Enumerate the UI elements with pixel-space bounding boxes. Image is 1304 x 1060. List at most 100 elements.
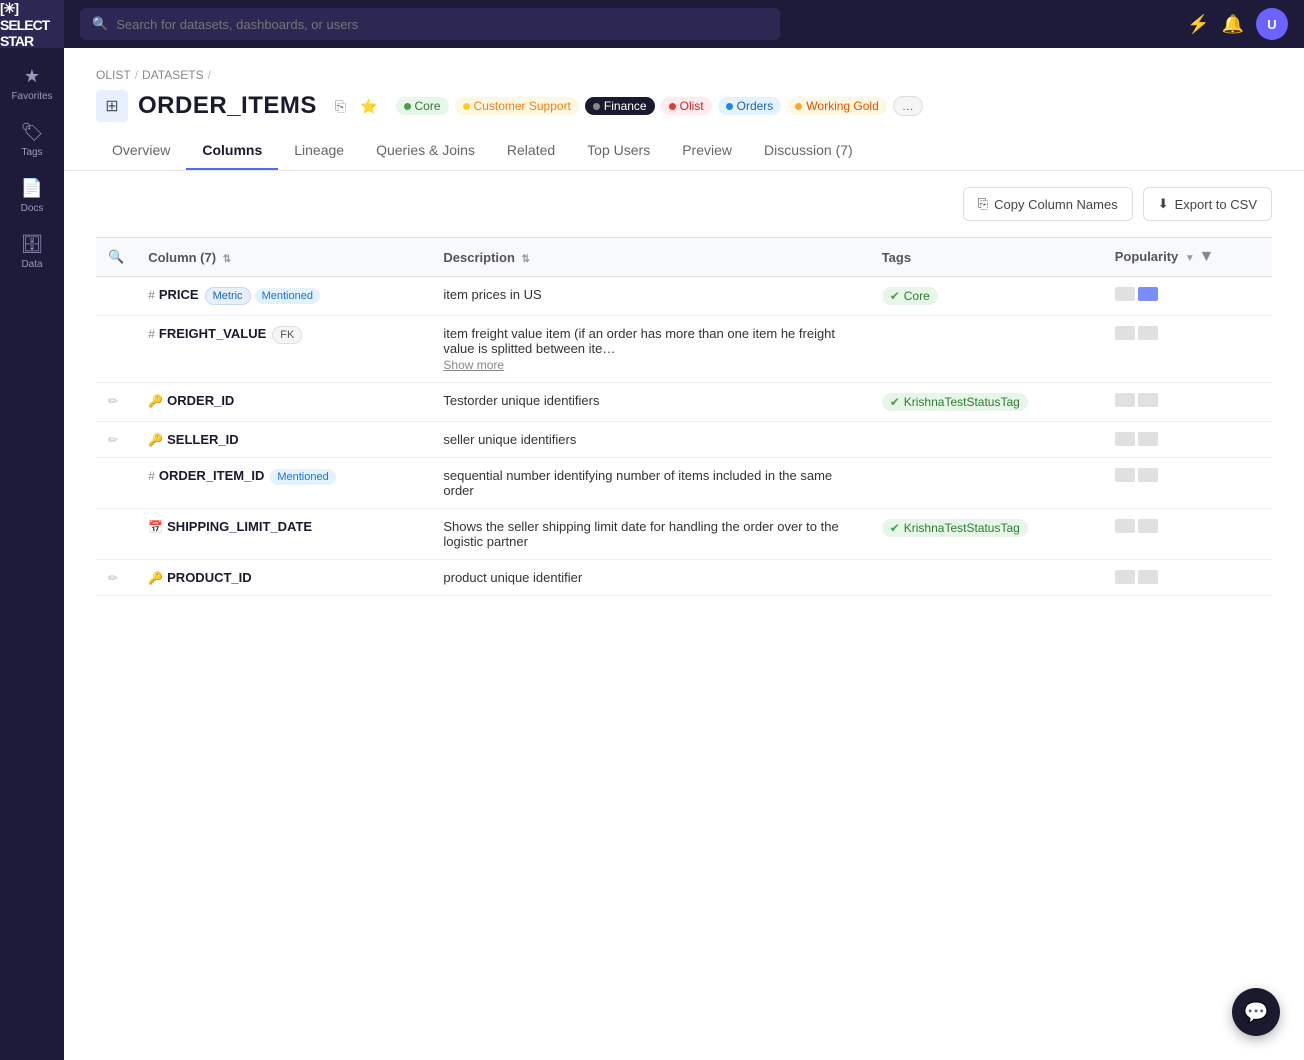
sidebar-item-label: Data	[21, 259, 42, 270]
description-cell: product unique identifier	[431, 560, 869, 596]
edit-icon[interactable]: ✏	[108, 433, 118, 447]
chat-bubble[interactable]: 💬	[1232, 988, 1280, 1036]
sidebar-item-docs[interactable]: 📄 Docs	[0, 168, 64, 224]
popularity-bar	[1115, 326, 1260, 340]
logo-text: [✳] SELECT STAR	[0, 0, 64, 49]
row-edit-cell	[96, 509, 136, 560]
tag-more[interactable]: …	[893, 96, 923, 116]
avatar[interactable]: U	[1256, 8, 1288, 40]
tab-columns[interactable]: Columns	[186, 132, 278, 170]
app-logo[interactable]: [✳] SELECT STAR	[0, 0, 64, 48]
sidebar-item-favorites[interactable]: ★ Favorites	[0, 56, 64, 112]
tag-dot	[795, 103, 802, 110]
pop-block	[1115, 393, 1135, 407]
col-name[interactable]: PRICE	[159, 287, 199, 302]
description-header[interactable]: Description ⇅	[431, 238, 869, 277]
table-row: #FREIGHT_VALUEFKitem freight value item …	[96, 316, 1272, 383]
pop-block	[1138, 519, 1158, 533]
docs-icon: 📄	[21, 178, 43, 199]
col-type-icon: 🔑	[148, 394, 163, 408]
row-tag[interactable]: ✔ Core	[882, 287, 938, 305]
tag-finance[interactable]: Finance	[585, 97, 655, 115]
col-type-icon: #	[148, 288, 155, 302]
search-input[interactable]	[116, 17, 768, 32]
tag-customer-support[interactable]: Customer Support	[455, 97, 579, 115]
popularity-cell	[1103, 509, 1272, 560]
pop-block	[1138, 570, 1158, 584]
tag-orders[interactable]: Orders	[718, 97, 782, 115]
filter-button[interactable]: ▼	[1198, 248, 1214, 266]
tab-lineage[interactable]: Lineage	[278, 132, 360, 170]
description-cell: Testorder unique identifiers	[431, 383, 869, 422]
export-csv-button[interactable]: ⬇ Export to CSV	[1143, 187, 1272, 221]
description-cell: item prices in US	[431, 277, 869, 316]
row-edit-cell	[96, 458, 136, 509]
col-name[interactable]: ORDER_ID	[167, 393, 234, 408]
sidebar-item-label: Favorites	[11, 91, 52, 102]
badge-fk[interactable]: FK	[272, 326, 302, 344]
tag-working-gold[interactable]: Working Gold	[787, 97, 886, 115]
tab-top-users[interactable]: Top Users	[571, 132, 666, 170]
table-row: ✏ 🔑 ORDER_ID Testorder unique identifiers ✔ …	[96, 383, 1272, 422]
bell-icon[interactable]: 🔔	[1222, 14, 1244, 35]
badge-mentioned[interactable]: Mentioned	[255, 288, 320, 304]
tag-core[interactable]: Core	[396, 97, 449, 115]
lightning-icon[interactable]: ⚡	[1187, 14, 1209, 35]
row-tag[interactable]: ✔ KrishnaTestStatusTag	[882, 393, 1028, 411]
search-box[interactable]: 🔍	[80, 8, 780, 40]
tab-discussion[interactable]: Discussion (7)	[748, 132, 869, 170]
breadcrumb-sep2: /	[208, 68, 211, 82]
edit-icon[interactable]: ✏	[108, 394, 118, 408]
pop-block	[1115, 287, 1135, 301]
popularity-header[interactable]: Popularity ▼ ▼	[1103, 238, 1272, 277]
sort-icon: ⇅	[522, 254, 530, 265]
copy-column-names-button[interactable]: ⎘ Copy Column Names	[963, 187, 1133, 221]
table-row: ✏🔑PRODUCT_IDproduct unique identifier	[96, 560, 1272, 596]
popularity-cell	[1103, 316, 1272, 383]
popularity-cell	[1103, 422, 1272, 458]
description-cell: sequential number identifying number of …	[431, 458, 869, 509]
tag-dot	[404, 103, 411, 110]
pop-block	[1115, 468, 1135, 482]
main-area: 🔍 ⚡ 🔔 U OLIST / DATASETS / ⊞ ORDER_ITEMS	[64, 0, 1304, 1060]
pop-block	[1138, 287, 1158, 301]
tab-queries[interactable]: Queries & Joins	[360, 132, 491, 170]
sidebar-item-label: Tags	[21, 147, 42, 158]
column-name-cell: 🔑 ORDER_ID	[136, 383, 431, 422]
tabs: Overview Columns Lineage Queries & Joins…	[96, 132, 1272, 170]
table-row: ✏🔑SELLER_IDseller unique identifiers	[96, 422, 1272, 458]
sidebar-item-tags[interactable]: 🏷 Tags	[0, 112, 64, 168]
sidebar-item-data[interactable]: 🗄 Data	[0, 224, 64, 280]
tags-row: Core Customer Support Finance Olist	[396, 96, 923, 116]
row-edit-cell	[96, 316, 136, 383]
tag-dot	[726, 103, 733, 110]
col-name[interactable]: ORDER_ITEM_ID	[159, 468, 264, 483]
breadcrumb-datasets[interactable]: DATASETS	[142, 68, 204, 82]
column-name-cell: #ORDER_ITEM_IDMentioned	[136, 458, 431, 509]
star-button[interactable]: ⭐	[356, 96, 381, 117]
table-row: # PRICE MetricMentioned item prices in US ✔ …	[96, 277, 1272, 316]
col-name[interactable]: FREIGHT_VALUE	[159, 326, 266, 341]
sidebar: [✳] SELECT STAR ★ Favorites 🏷 Tags 📄 Doc…	[0, 0, 64, 1060]
row-tag[interactable]: ✔ KrishnaTestStatusTag	[882, 519, 1028, 537]
show-more-link[interactable]: Show more	[443, 358, 857, 372]
breadcrumb-olist[interactable]: OLIST	[96, 68, 131, 82]
col-name[interactable]: SHIPPING_LIMIT_DATE	[167, 519, 312, 534]
badge-mentioned[interactable]: Mentioned	[270, 469, 335, 485]
copy-icon: ⎘	[978, 196, 988, 212]
description-text: Testorder unique identifiers	[443, 393, 599, 408]
pop-block	[1115, 432, 1135, 446]
col-type-icon: 📅	[148, 520, 163, 534]
search-table-icon[interactable]: 🔍	[108, 249, 124, 264]
col-name[interactable]: SELLER_ID	[167, 432, 239, 447]
columns-table: 🔍 Column (7) ⇅ Description ⇅ Tags	[96, 237, 1272, 596]
tag-olist[interactable]: Olist	[661, 97, 712, 115]
tab-preview[interactable]: Preview	[666, 132, 748, 170]
edit-icon[interactable]: ✏	[108, 571, 118, 585]
column-header[interactable]: Column (7) ⇅	[136, 238, 431, 277]
tab-related[interactable]: Related	[491, 132, 571, 170]
col-name[interactable]: PRODUCT_ID	[167, 570, 252, 585]
tab-overview[interactable]: Overview	[96, 132, 186, 170]
badge-metric[interactable]: Metric	[205, 287, 251, 305]
copy-title-button[interactable]: ⎘	[331, 96, 350, 117]
